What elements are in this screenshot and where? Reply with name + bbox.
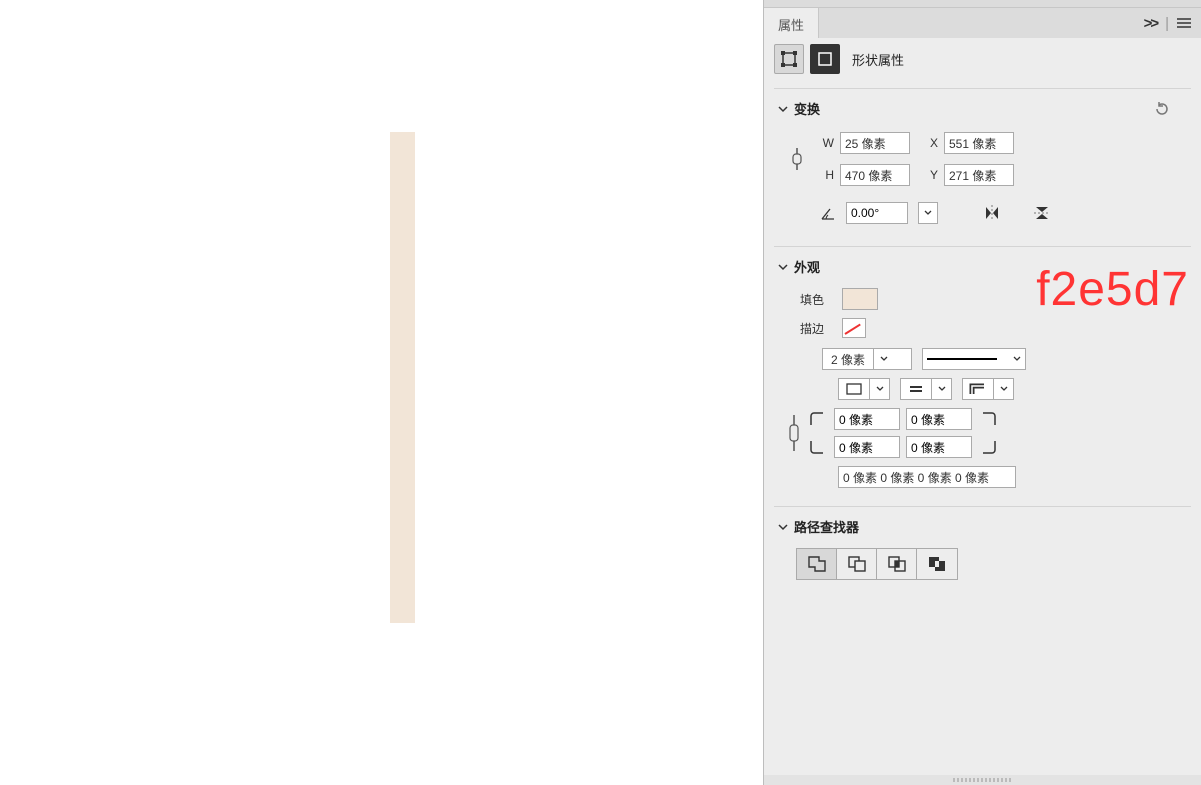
chevron-down-icon (1013, 355, 1021, 363)
pathfinder-intersect-button[interactable] (877, 549, 917, 579)
section-title-transform: 变换 (794, 99, 820, 118)
chevron-down-icon[interactable] (778, 104, 788, 114)
properties-panel: 属性 >> | 形状属性 变换 (763, 0, 1201, 785)
section-title-pathfinder: 路径查找器 (794, 517, 859, 536)
corner-br-input[interactable] (906, 436, 972, 458)
height-label: H (818, 168, 834, 182)
fill-label: 填色 (800, 291, 832, 308)
fill-color-swatch[interactable] (842, 288, 878, 310)
pathfinder-unite-button[interactable] (797, 549, 837, 579)
height-input[interactable] (840, 164, 910, 186)
shape-mode-mask-button[interactable] (810, 44, 840, 74)
chevron-down-icon (993, 379, 1013, 399)
tab-properties[interactable]: 属性 (764, 8, 819, 38)
stroke-width-combo[interactable]: 2 像素 (822, 348, 912, 370)
width-label: W (818, 136, 834, 150)
angle-icon (820, 205, 836, 221)
corner-bl-icon (806, 436, 828, 458)
stroke-align-combo[interactable] (838, 378, 890, 400)
width-input[interactable] (840, 132, 910, 154)
stroke-style-combo[interactable] (922, 348, 1026, 370)
panel-tabs: 属性 >> | (764, 8, 1201, 38)
chevron-down-icon[interactable] (778, 522, 788, 532)
stroke-style-preview (927, 358, 997, 360)
stroke-corner-combo[interactable] (962, 378, 1014, 400)
reset-transform-icon[interactable] (1153, 100, 1171, 118)
chevron-down-icon (869, 379, 889, 399)
panel-resize-grip[interactable] (764, 775, 1201, 785)
chevron-down-icon (931, 379, 951, 399)
corner-tl-icon (806, 408, 828, 430)
panel-divider: | (1165, 15, 1169, 32)
rotation-dropdown[interactable] (918, 202, 938, 224)
hex-code-annotation: f2e5d7 (1036, 262, 1189, 317)
y-label: Y (922, 168, 938, 182)
x-label: X (922, 136, 938, 150)
panel-menu-icon[interactable] (1177, 18, 1191, 28)
corner-tr-input[interactable] (906, 408, 972, 430)
link-corners-icon[interactable] (788, 413, 800, 453)
corner-bl-input[interactable] (834, 436, 900, 458)
stroke-label: 描边 (800, 320, 832, 337)
stroke-color-swatch[interactable] (842, 318, 866, 338)
section-pathfinder: 路径查找器 (774, 506, 1191, 594)
stroke-width-value: 2 像素 (823, 351, 873, 368)
corner-radius-summary[interactable]: 0 像素 0 像素 0 像素 0 像素 (838, 466, 1016, 488)
stroke-corner-icon (963, 382, 993, 396)
panel-expand-icon[interactable]: >> (1144, 15, 1158, 32)
stroke-align-icon (839, 382, 869, 396)
rotation-input[interactable] (846, 202, 908, 224)
shape-mode-path-button[interactable] (774, 44, 804, 74)
stroke-cap-icon (901, 382, 931, 396)
flip-vertical-icon[interactable] (1034, 203, 1050, 223)
panel-topbar (764, 0, 1201, 8)
canvas-shape-rectangle[interactable] (390, 132, 415, 623)
corner-tl-input[interactable] (834, 408, 900, 430)
x-input[interactable] (944, 132, 1014, 154)
stroke-cap-combo[interactable] (900, 378, 952, 400)
chevron-down-icon (873, 349, 893, 369)
shape-props-label: 形状属性 (852, 50, 904, 69)
corner-tr-icon (978, 408, 1000, 430)
section-title-appearance: 外观 (794, 257, 820, 276)
pathfinder-exclude-button[interactable] (917, 549, 957, 579)
y-input[interactable] (944, 164, 1014, 186)
corner-br-icon (978, 436, 1000, 458)
flip-horizontal-icon[interactable] (982, 205, 1002, 221)
section-transform: 变换 W H (774, 88, 1191, 246)
pathfinder-subtract-button[interactable] (837, 549, 877, 579)
link-dimensions-icon[interactable] (791, 146, 803, 172)
chevron-down-icon[interactable] (778, 262, 788, 272)
